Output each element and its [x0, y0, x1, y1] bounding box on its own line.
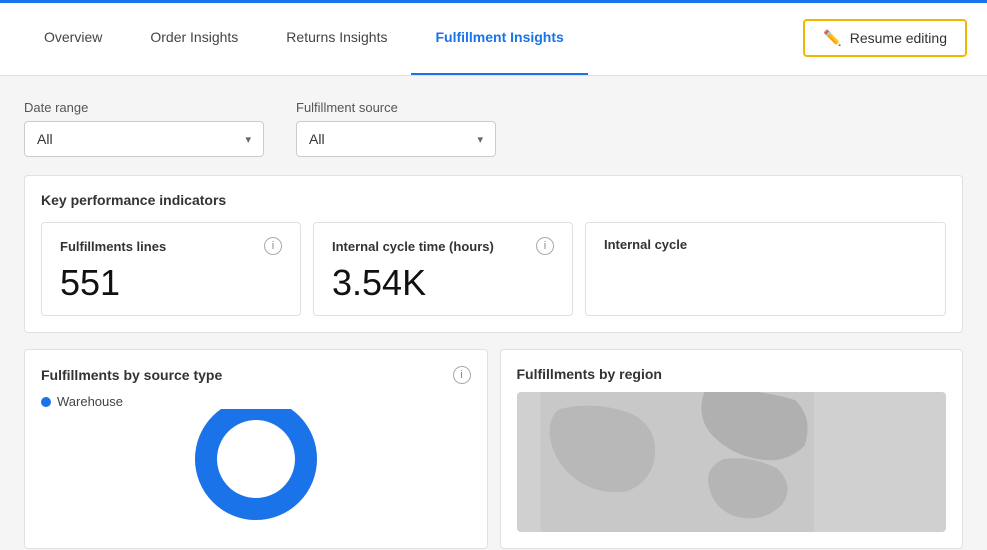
legend-dot-warehouse [41, 397, 51, 407]
kpi-card-header-1: Fulfillments lines i [60, 237, 282, 255]
kpi-value-2: 3.54K [332, 265, 554, 301]
tab-fulfillment-insights[interactable]: Fulfillment Insights [411, 0, 587, 75]
kpi-cards: Fulfillments lines i 551 Internal cycle … [41, 222, 946, 316]
kpi-card-header-2: Internal cycle time (hours) i [332, 237, 554, 255]
date-range-filter: Date range All ▾ [24, 100, 264, 157]
filters-row: Date range All ▾ Fulfillment source All … [24, 100, 963, 157]
region-chart-title: Fulfillments by region [517, 366, 947, 382]
kpi-card-title-1: Fulfillments lines [60, 239, 166, 254]
fulfillment-source-select[interactable]: All ▾ [296, 121, 496, 157]
fulfillment-source-filter: Fulfillment source All ▾ [296, 100, 496, 157]
kpi-card-title-3: Internal cycle [604, 237, 687, 252]
tab-order-insights[interactable]: Order Insights [126, 0, 262, 75]
region-chart-section: Fulfillments by region [500, 349, 964, 549]
tab-returns-insights[interactable]: Returns Insights [262, 0, 411, 75]
date-range-value: All [37, 131, 53, 147]
source-type-chart-section: Fulfillments by source type i Warehouse [24, 349, 488, 549]
kpi-card-title-2: Internal cycle time (hours) [332, 239, 494, 254]
fulfillment-source-value: All [309, 131, 325, 147]
chevron-down-icon: ▾ [245, 133, 251, 146]
bottom-row: Fulfillments by source type i Warehouse … [24, 349, 963, 549]
source-type-chart-title: Fulfillments by source type [41, 367, 222, 383]
kpi-card-fulfillment-lines: Fulfillments lines i 551 [41, 222, 301, 316]
pencil-icon: ✏️ [823, 29, 842, 47]
top-navigation: Overview Order Insights Returns Insights… [0, 0, 987, 76]
tab-overview[interactable]: Overview [20, 0, 126, 75]
donut-svg [186, 409, 326, 529]
source-type-chart-header: Fulfillments by source type i [41, 366, 471, 384]
info-icon-2[interactable]: i [536, 237, 554, 255]
kpi-section: Key performance indicators Fulfillments … [24, 175, 963, 333]
kpi-card-internal-cycle-time: Internal cycle time (hours) i 3.54K [313, 222, 573, 316]
region-map [517, 392, 947, 532]
map-svg [517, 392, 947, 532]
info-icon-chart[interactable]: i [453, 366, 471, 384]
info-icon-1[interactable]: i [264, 237, 282, 255]
chevron-down-icon-2: ▾ [477, 133, 483, 146]
main-content: Date range All ▾ Fulfillment source All … [0, 76, 987, 549]
kpi-card-header-3: Internal cycle [604, 237, 927, 252]
date-range-label: Date range [24, 100, 264, 115]
legend-item-warehouse: Warehouse [41, 394, 471, 409]
date-range-select[interactable]: All ▾ [24, 121, 264, 157]
donut-chart [41, 409, 471, 529]
kpi-value-1: 551 [60, 265, 282, 301]
fulfillment-source-label: Fulfillment source [296, 100, 496, 115]
kpi-section-title: Key performance indicators [41, 192, 946, 208]
kpi-card-internal-cycle-partial: Internal cycle [585, 222, 946, 316]
legend-label-warehouse: Warehouse [57, 394, 123, 409]
resume-editing-button[interactable]: ✏️ Resume editing [803, 19, 967, 57]
nav-tabs: Overview Order Insights Returns Insights… [20, 0, 803, 75]
